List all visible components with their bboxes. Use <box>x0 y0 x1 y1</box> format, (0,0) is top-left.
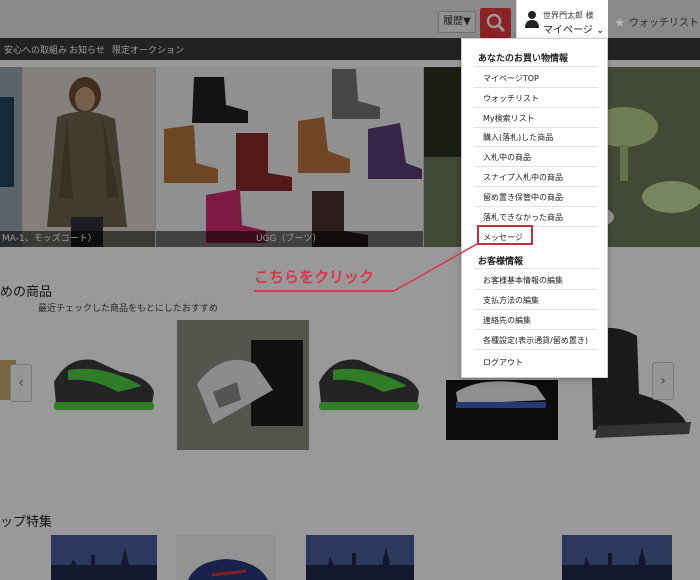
callout-leader-line <box>393 243 478 292</box>
watchlist-link-top[interactable]: ★ ウォッチリスト <box>614 14 699 31</box>
watchlist-label: ウォッチリスト <box>628 18 699 29</box>
star-icon: ★ <box>614 16 626 31</box>
